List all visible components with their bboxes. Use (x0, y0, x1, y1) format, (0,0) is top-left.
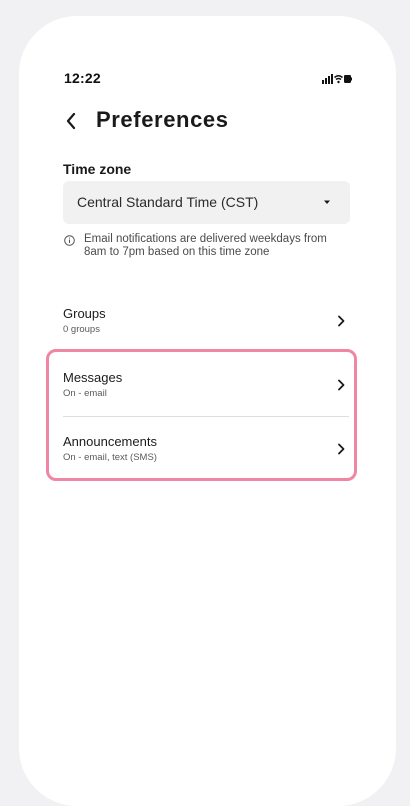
chevron-left-icon (66, 112, 76, 130)
messages-row-title: Messages (63, 370, 123, 385)
time-zone-label: Time zone (63, 161, 132, 177)
chevron-right-icon (338, 315, 345, 327)
groups-row-subtitle: 0 groups (63, 324, 100, 335)
announcements-row-subtitle: On - email, text (SMS) (63, 452, 157, 463)
chevron-right-icon (338, 443, 345, 455)
battery-icon (344, 75, 352, 83)
time-zone-select-value: Central Standard Time (CST) (77, 194, 259, 210)
wifi-icon (334, 75, 343, 84)
info-icon (64, 235, 75, 246)
signal-icon (322, 74, 333, 84)
time-zone-select[interactable]: Central Standard Time (CST) (63, 181, 350, 224)
time-zone-info-text: Email notifications are delivered weekda… (84, 233, 327, 258)
groups-row[interactable]: Groups 0 groups (51, 302, 351, 362)
announcements-row[interactable]: Announcements On - email, text (SMS) (51, 430, 351, 490)
messages-row-subtitle: On - email (63, 388, 107, 399)
row-divider (63, 479, 349, 480)
back-button[interactable] (60, 106, 88, 136)
status-time: 12:22 (64, 70, 101, 86)
caret-down-icon (324, 200, 330, 204)
announcements-row-title: Announcements (63, 434, 157, 449)
groups-row-title: Groups (63, 306, 106, 321)
status-icons (322, 72, 352, 84)
page-title: Preferences (96, 107, 229, 132)
messages-row[interactable]: Messages On - email (51, 366, 351, 426)
row-divider (63, 416, 349, 417)
chevron-right-icon (338, 379, 345, 391)
